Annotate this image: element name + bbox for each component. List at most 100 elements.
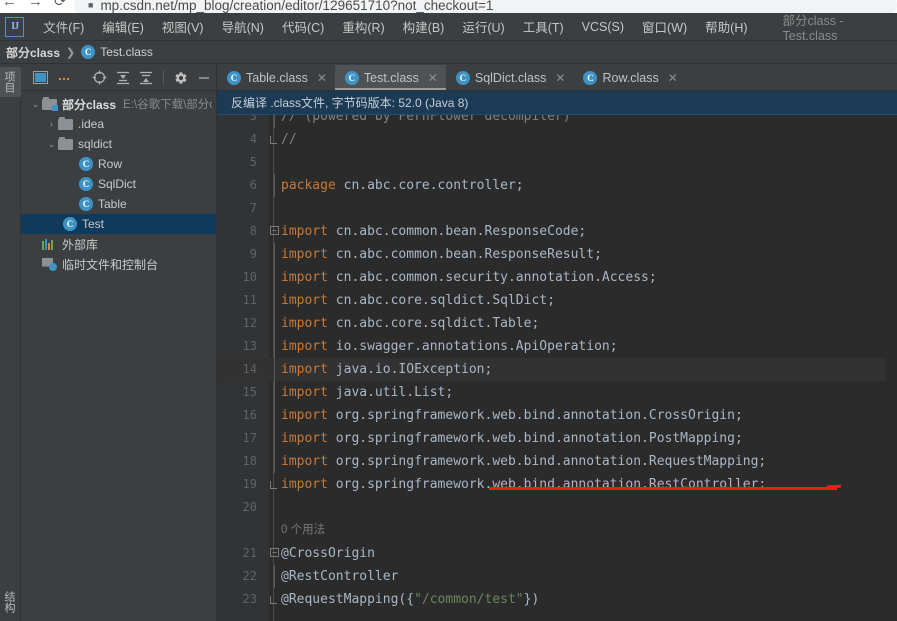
- line-number: 15: [242, 385, 257, 399]
- code-line[interactable]: 5: [217, 151, 897, 174]
- code-line[interactable]: 7: [217, 197, 897, 220]
- editor-scrollbar[interactable]: [886, 115, 897, 621]
- tree-item-module[interactable]: ⌄ 部分class E:\谷歌下载\部分c: [21, 94, 216, 114]
- code-line[interactable]: 11 import cn.abc.core.sqldict.SqlDict;: [217, 289, 897, 312]
- tab-sqldict-class[interactable]: C SqlDict.class ✕: [446, 65, 574, 90]
- project-tree[interactable]: ⌄ 部分class E:\谷歌下载\部分c › .idea ⌄ sqldict: [21, 91, 216, 621]
- code-line[interactable]: 8 − import cn.abc.common.bean.ResponseCode…: [217, 220, 897, 243]
- tab-table-class[interactable]: C Table.class ✕: [217, 65, 335, 90]
- code-line[interactable]: 16 import org.springframework.web.bind.an…: [217, 404, 897, 427]
- forward-icon[interactable]: →: [28, 0, 43, 9]
- tree-item-row[interactable]: C Row: [21, 154, 216, 174]
- menu-vcs[interactable]: VCS(S): [573, 17, 633, 37]
- menu-help[interactable]: 帮助(H): [696, 14, 756, 39]
- tree-item-table[interactable]: C Table: [21, 194, 216, 214]
- code-line[interactable]: 23 @RequestMapping({"/common/test"}): [217, 588, 897, 611]
- menu-code[interactable]: 代码(C): [273, 14, 333, 39]
- tree-item-scratches-and-consoles[interactable]: 临时文件和控制台: [21, 254, 216, 274]
- code-line[interactable]: 22 @RestController: [217, 565, 897, 588]
- address-bar[interactable]: ■ mp.csdn.net/mp_blog/creation/editor/12…: [74, 0, 897, 13]
- close-icon[interactable]: ✕: [317, 71, 327, 85]
- code-editor[interactable]: 3 // (powered by FernFlower decompiler) 4 /…: [217, 115, 897, 621]
- menu-tools[interactable]: 工具(T): [514, 14, 573, 39]
- expand-all-icon[interactable]: [111, 67, 134, 89]
- fold-collapse-icon[interactable]: −: [270, 548, 279, 557]
- code-line[interactable]: 6 package cn.abc.core.controller;: [217, 174, 897, 197]
- more-options-icon[interactable]: [52, 67, 75, 89]
- breadcrumb-file[interactable]: Test.class: [100, 45, 153, 59]
- code-line[interactable]: 10 import cn.abc.common.security.annotati…: [217, 266, 897, 289]
- code-line[interactable]: 4 //: [217, 128, 897, 151]
- menu-run[interactable]: 运行(U): [453, 14, 513, 39]
- code-line[interactable]: 21 − @CrossOrigin: [217, 542, 897, 565]
- code-line[interactable]: 14 import java.io.IOException;: [217, 358, 897, 381]
- class-icon: C: [583, 70, 598, 85]
- class-icon: C: [344, 70, 359, 85]
- fold-region-line: [274, 565, 275, 588]
- code-line[interactable]: 20: [217, 496, 897, 519]
- fold-collapse-icon[interactable]: −: [270, 226, 279, 235]
- tree-item-external-libraries[interactable]: 外部库: [21, 234, 216, 254]
- close-icon[interactable]: ✕: [668, 71, 678, 85]
- usages-inlay-hint[interactable]: 0 个用法: [281, 519, 325, 542]
- breadcrumb-separator-icon: ❯: [66, 46, 76, 59]
- line-number: 6: [249, 178, 257, 192]
- code-line[interactable]: 12 import cn.abc.core.sqldict.Table;: [217, 312, 897, 335]
- editor-area: C Table.class ✕ C Test.class ✕ C SqlDict…: [217, 65, 897, 621]
- tree-item-test[interactable]: C Test: [21, 214, 216, 234]
- project-toolbar: [21, 65, 216, 91]
- line-number: 14: [242, 362, 257, 376]
- line-number: 18: [242, 454, 257, 468]
- menu-refactor[interactable]: 重构(R): [333, 14, 393, 39]
- code-text: import java.io.IOException;: [281, 362, 493, 377]
- code-line[interactable]: 9 import cn.abc.common.bean.ResponseResul…: [217, 243, 897, 266]
- code-line[interactable]: 13 import io.swagger.annotations.ApiOpera…: [217, 335, 897, 358]
- code-text: import cn.abc.common.bean.ResponseResult…: [281, 247, 602, 262]
- menu-build[interactable]: 构建(B): [394, 14, 454, 39]
- chevron-right-icon[interactable]: ›: [45, 119, 58, 129]
- reload-icon[interactable]: ⟳: [54, 0, 67, 9]
- menu-edit[interactable]: 编辑(E): [93, 14, 153, 39]
- tree-item-idea[interactable]: › .idea: [21, 114, 216, 134]
- fold-end-icon[interactable]: [270, 596, 277, 604]
- fold-end-icon[interactable]: [270, 481, 277, 489]
- menu-file[interactable]: 文件(F): [34, 14, 93, 39]
- ide-logo-icon[interactable]: IJ: [5, 16, 25, 37]
- back-icon[interactable]: ←: [2, 0, 17, 9]
- tool-window-tab-structure[interactable]: 结构: [0, 587, 21, 617]
- breadcrumb-project[interactable]: 部分class: [6, 44, 60, 61]
- line-number: 4: [249, 132, 257, 146]
- menu-navigate[interactable]: 导航(N): [213, 14, 273, 39]
- code-line[interactable]: 18 import org.springframework.web.bind.an…: [217, 450, 897, 473]
- close-icon[interactable]: ✕: [428, 71, 438, 85]
- code-line[interactable]: 17 import org.springframework.web.bind.an…: [217, 427, 897, 450]
- chevron-down-icon[interactable]: ⌄: [45, 139, 58, 150]
- code-text: import cn.abc.core.sqldict.SqlDict;: [281, 293, 555, 308]
- menu-view[interactable]: 视图(V): [153, 14, 213, 39]
- library-icon: [42, 238, 57, 250]
- close-icon[interactable]: ✕: [555, 71, 565, 85]
- code-text: //: [281, 132, 297, 147]
- tab-test-class[interactable]: C Test.class ✕: [334, 65, 446, 90]
- menu-window[interactable]: 窗口(W): [633, 14, 696, 39]
- tree-item-sqldict-class[interactable]: C SqlDict: [21, 174, 216, 194]
- code-line[interactable]: 15 import java.util.List;: [217, 381, 897, 404]
- chevron-down-icon[interactable]: ⌄: [29, 99, 42, 110]
- code-text: // (powered by FernFlower decompiler): [281, 115, 571, 124]
- class-icon: C: [455, 70, 470, 85]
- collapse-all-icon[interactable]: [135, 67, 158, 89]
- gear-icon[interactable]: [169, 67, 192, 89]
- code-line[interactable]: 19 import org.springframework.web.bind.an…: [217, 473, 897, 496]
- code-line[interactable]: 3 // (powered by FernFlower decompiler): [217, 115, 897, 128]
- site-info-icon[interactable]: ■: [88, 0, 93, 10]
- tab-row-class[interactable]: C Row.class ✕: [573, 65, 685, 90]
- locate-icon[interactable]: [88, 67, 111, 89]
- tree-item-sqldict[interactable]: ⌄ sqldict: [21, 134, 216, 154]
- fold-end-icon[interactable]: [270, 136, 277, 144]
- red-underline-annotation: [489, 487, 837, 490]
- hide-panel-icon[interactable]: [193, 67, 216, 89]
- line-number: 10: [242, 270, 257, 284]
- code-text: import java.util.List;: [281, 385, 454, 400]
- tool-window-tab-project[interactable]: 项目: [0, 67, 21, 97]
- select-opened-file-icon[interactable]: [29, 67, 52, 89]
